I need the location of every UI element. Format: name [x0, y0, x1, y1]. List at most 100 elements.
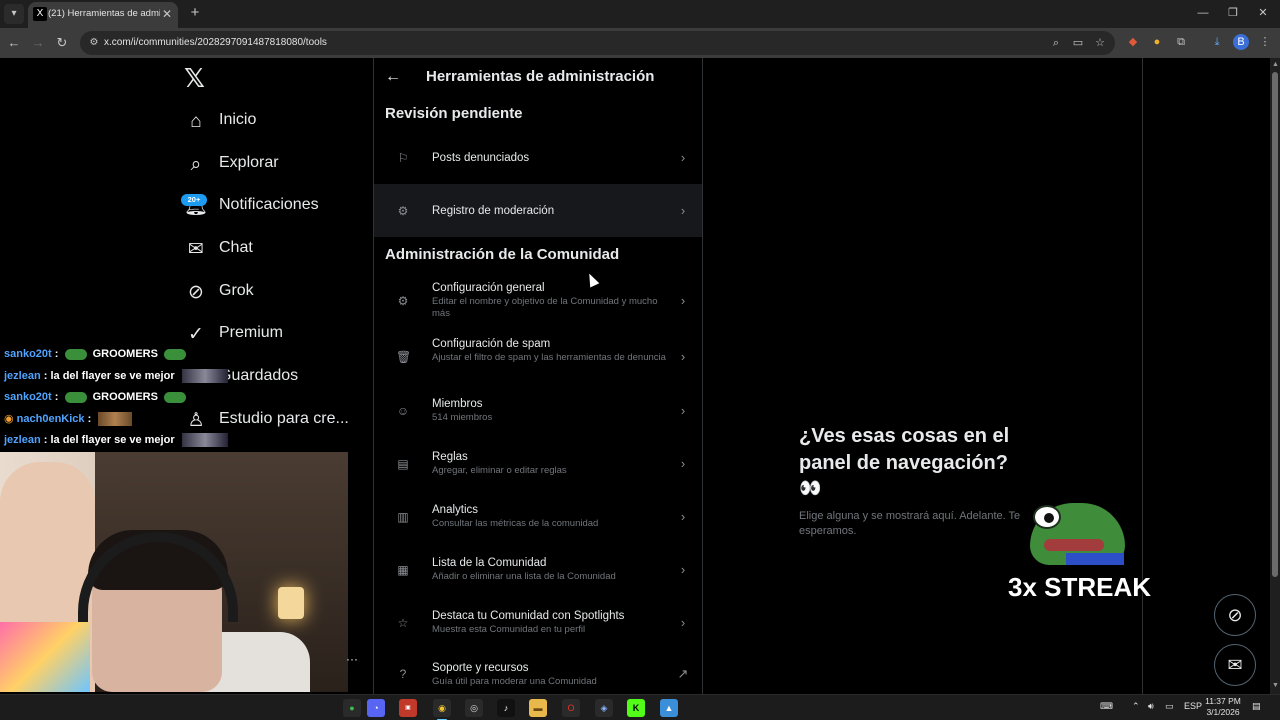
admin-row-support[interactable]: ? Soporte y recursos Guía útil para mode…: [374, 655, 702, 693]
chat-username: sanko20t: [4, 391, 52, 403]
bookmark-star-icon[interactable]: ☆: [1093, 36, 1107, 50]
frog-mouth: [1044, 539, 1104, 551]
obs-icon[interactable]: ◎: [465, 699, 483, 717]
scrollbar-thumb[interactable]: [1272, 72, 1278, 577]
browser-tabbar: ▾ X (21) Herramientas de administ ✕ + — …: [0, 0, 1280, 28]
help-icon: ?: [399, 667, 407, 681]
chevron-right-icon: ›: [680, 349, 686, 364]
chat-message: jezlean : la del flayer se ve mejor: [4, 369, 228, 387]
minimize-button[interactable]: —: [1192, 4, 1214, 22]
admin-row-rules[interactable]: ▤ Reglas Agregar, eliminar o editar regl…: [374, 443, 702, 493]
verified-icon: ✓: [188, 324, 204, 345]
voice-app-icon[interactable]: ▣: [399, 699, 417, 717]
eyes-emoji-icon: 👀: [799, 478, 821, 498]
page-scrollbar[interactable]: [1270, 58, 1280, 694]
chat-separator: :: [54, 348, 59, 360]
tiktok-icon[interactable]: ♪: [497, 699, 515, 717]
frog-emote-icon: [64, 391, 87, 403]
extensions-puzzle-icon[interactable]: ⧉: [1173, 34, 1189, 50]
new-tab-button[interactable]: +: [186, 4, 204, 22]
nav-item-creator-studio[interactable]: ♙ Estudio para cre...: [184, 406, 374, 436]
nav-item-premium[interactable]: ✓ Premium: [184, 320, 374, 350]
scroll-up-icon[interactable]: ▲: [1272, 61, 1279, 68]
tab-search-button[interactable]: ▾: [4, 4, 24, 24]
browser-menu-icon[interactable]: ⋮: [1257, 34, 1273, 50]
nav-item-explore[interactable]: ⌕ Explorar: [184, 150, 374, 180]
photos-icon[interactable]: ▲: [660, 699, 678, 717]
admin-row-moderation-log[interactable]: ⚙ Registro de moderación ›: [374, 184, 702, 237]
grok-icon: ⊘: [188, 282, 204, 303]
page-title: Herramientas de administración: [426, 68, 655, 85]
chat-username: jezlean: [4, 369, 41, 382]
row-title: Posts denunciados: [432, 152, 530, 164]
download-icon[interactable]: ⤓: [1209, 34, 1225, 50]
admin-row-reported-posts[interactable]: ⚐ Posts denunciados ›: [374, 132, 702, 184]
row-subtitle: 514 miembros: [432, 412, 493, 423]
empty-state-subtitle: Elige alguna y se mostrará aquí. Adelant…: [799, 510, 1021, 537]
kick-icon[interactable]: K: [627, 699, 645, 717]
chevron-right-icon: ›: [680, 293, 686, 308]
admin-row-community-list[interactable]: ▦ Lista de la Comunidad Añadir o elimina…: [374, 549, 702, 599]
reload-button[interactable]: ↻: [53, 34, 71, 52]
admin-row-analytics[interactable]: ▥ Analytics Consultar las métricas de la…: [374, 496, 702, 546]
admin-row-spotlights[interactable]: ☆ Destaca tu Comunidad con Spotlights Mu…: [374, 602, 702, 652]
tray-chevron-icon[interactable]: ⌃: [1132, 701, 1140, 712]
site-info-icon[interactable]: ⚙: [87, 36, 101, 50]
row-title: Configuración general: [432, 282, 545, 294]
row-title: Configuración de spam: [432, 338, 551, 350]
frog-emote-icon: [64, 348, 87, 360]
scroll-down-icon[interactable]: ▼: [1272, 682, 1279, 689]
nav-label: Guardados: [219, 367, 299, 384]
zoom-icon[interactable]: ⌕: [1049, 36, 1063, 50]
admin-row-members[interactable]: ☺ Miembros 514 miembros ›: [374, 390, 702, 440]
cast-icon[interactable]: ▭: [1071, 36, 1085, 50]
volume-icon[interactable]: 🔊︎: [1148, 701, 1154, 712]
profile-avatar[interactable]: B: [1233, 34, 1249, 50]
back-arrow-icon[interactable]: ←: [385, 67, 403, 87]
x-favicon-icon: X: [33, 7, 47, 21]
browser-tab[interactable]: X (21) Herramientas de administ ✕: [28, 2, 178, 28]
chat-message: sanko20t : GROOMERS: [4, 391, 190, 409]
forward-button[interactable]: →: [29, 34, 47, 52]
row-subtitle: Guía útil para moderar una Comunidad: [432, 676, 597, 687]
network-icon[interactable]: ▭: [1165, 701, 1174, 712]
nav-item-chat[interactable]: ✉ Chat: [184, 235, 374, 265]
admin-row-spam-settings[interactable]: 🗑︎ Configuración de spam Ajustar el filt…: [374, 330, 702, 386]
mail-icon: ✉: [188, 239, 204, 260]
nav-item-notifications[interactable]: 🔔︎ Notificaciones: [184, 192, 374, 222]
nav-label: Chat: [219, 239, 253, 256]
chevron-right-icon: ›: [680, 562, 686, 577]
more-options-icon[interactable]: ···: [346, 652, 358, 666]
restore-button[interactable]: ❐: [1222, 4, 1244, 22]
image-emote-icon: [181, 433, 228, 447]
search-icon: ⌕: [190, 154, 202, 175]
extension-icon[interactable]: ●: [1149, 34, 1165, 50]
chat-text: la del flayer se ve mejor: [50, 433, 175, 446]
notification-center-icon[interactable]: ▤: [1252, 701, 1261, 712]
messages-button[interactable]: ✉: [1214, 644, 1256, 686]
section-pending-review: Revisión pendiente: [385, 105, 523, 122]
keyboard-icon[interactable]: ⌨: [1100, 701, 1113, 712]
close-tab-icon[interactable]: ✕: [160, 7, 174, 21]
row-subtitle: Ajustar el filtro de spam y las herramie…: [432, 352, 666, 363]
x-logo-icon[interactable]: 𝕏: [184, 64, 210, 92]
opera-icon[interactable]: O: [562, 699, 580, 717]
discord-icon[interactable]: ◔: [367, 699, 385, 717]
back-button[interactable]: ←: [5, 34, 23, 52]
extension-icon[interactable]: ◆: [1125, 34, 1141, 50]
nav-item-grok[interactable]: ⊘ Grok: [184, 278, 374, 308]
admin-row-general-settings[interactable]: ⚙ Configuración general Editar el nombre…: [374, 274, 702, 330]
file-explorer-icon[interactable]: ▬: [529, 699, 547, 717]
nav-item-home[interactable]: ⌂ Inicio: [184, 107, 374, 137]
spotify-icon[interactable]: ●: [343, 699, 361, 717]
analytics-icon: ▥: [397, 510, 409, 524]
notifications-badge: 20+: [181, 194, 207, 206]
app-icon[interactable]: ◈: [595, 699, 613, 717]
clock[interactable]: 11:37 PM 3/1/2026: [1200, 696, 1246, 718]
flag-icon: ⚐: [397, 151, 409, 165]
close-window-button[interactable]: ✕: [1252, 4, 1274, 22]
chrome-icon[interactable]: ◉: [433, 699, 451, 717]
grok-button[interactable]: ⊘: [1214, 594, 1256, 636]
row-title: Reglas: [432, 451, 468, 463]
address-bar[interactable]: ⚙ x.com/i/communities/202829709148781808…: [80, 31, 1115, 55]
